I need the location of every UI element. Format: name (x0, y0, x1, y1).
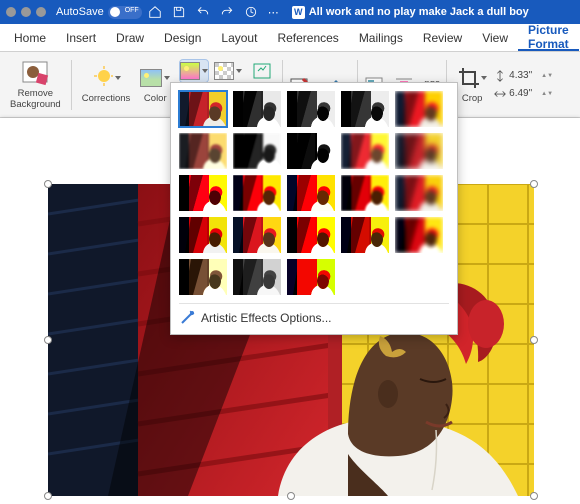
resize-handle-bl[interactable] (44, 492, 52, 500)
width-icon (493, 87, 507, 101)
close-dot[interactable] (6, 7, 16, 17)
crop-label: Crop (462, 94, 483, 104)
artistic-effects-options[interactable]: Artistic Effects Options... (179, 303, 449, 326)
width-stepper[interactable]: ▲▼ (541, 91, 549, 97)
effect-thumb-11[interactable] (233, 175, 281, 211)
effect-thumb-22[interactable] (287, 259, 335, 295)
corrections-button[interactable]: Corrections (78, 56, 135, 113)
save-icon[interactable] (172, 5, 186, 19)
effect-thumb-15[interactable] (179, 217, 227, 253)
word-doc-icon: W (292, 6, 305, 19)
color-label: Color (144, 94, 167, 104)
autosave-label: AutoSave (56, 6, 104, 18)
resize-handle-br[interactable] (530, 492, 538, 500)
color-button[interactable]: Color (136, 56, 174, 113)
artistic-effects-button[interactable] (180, 60, 208, 82)
sync-icon[interactable] (244, 5, 258, 19)
tab-draw[interactable]: Draw (106, 24, 154, 51)
effect-thumb-4[interactable] (395, 91, 443, 127)
autosave-switch[interactable] (108, 6, 142, 19)
window-controls[interactable] (6, 7, 46, 17)
more-icon[interactable]: ⋯ (268, 6, 280, 19)
effect-thumb-14[interactable] (395, 175, 443, 211)
effect-thumb-19[interactable] (395, 217, 443, 253)
effect-thumb-1[interactable] (233, 91, 281, 127)
artistic-effects-options-label: Artistic Effects Options... (201, 311, 332, 325)
separator (71, 60, 72, 110)
document-title-text: All work and no play make Jack a dull bo… (309, 6, 529, 18)
effect-thumb-16[interactable] (233, 217, 281, 253)
resize-handle-tl[interactable] (44, 180, 52, 188)
height-value: 4.33" (509, 70, 539, 81)
effect-thumb-2[interactable] (287, 91, 335, 127)
tab-mailings[interactable]: Mailings (349, 24, 413, 51)
tab-home[interactable]: Home (4, 24, 56, 51)
tab-layout[interactable]: Layout (211, 24, 267, 51)
effect-thumb-10[interactable] (179, 175, 227, 211)
height-icon (493, 69, 507, 83)
height-stepper[interactable]: ▲▼ (541, 73, 549, 79)
artistic-effects-gallery: Artistic Effects Options... (170, 82, 458, 335)
resize-handle-mr[interactable] (530, 336, 538, 344)
tab-references[interactable]: References (267, 24, 348, 51)
color-icon (140, 69, 162, 87)
resize-handle-bm[interactable] (287, 492, 295, 500)
effect-thumb-0[interactable] (179, 91, 227, 127)
effect-thumb-20[interactable] (179, 259, 227, 295)
wand-icon (179, 310, 195, 326)
width-field[interactable]: 6.49" ▲▼ (493, 87, 549, 101)
transparency-icon (214, 62, 234, 80)
size-group: 4.33" ▲▼ 6.49" ▲▼ (493, 69, 549, 101)
resize-handle-ml[interactable] (44, 336, 52, 344)
undo-icon[interactable] (196, 5, 210, 19)
effect-thumb-3[interactable] (341, 91, 389, 127)
crop-icon (457, 66, 479, 90)
compress-icon (253, 63, 271, 79)
effect-thumb-18[interactable] (341, 217, 389, 253)
effect-thumb-8[interactable] (341, 133, 389, 169)
effect-thumb-5[interactable] (179, 133, 227, 169)
quick-access-toolbar: ⋯ (148, 5, 280, 19)
effect-thumb-13[interactable] (341, 175, 389, 211)
crop-button[interactable]: Crop (453, 56, 491, 113)
effects-thumb-grid (179, 91, 449, 295)
tab-review[interactable]: Review (413, 24, 472, 51)
home-icon[interactable] (148, 5, 162, 19)
artistic-effects-icon (180, 62, 200, 80)
width-value: 6.49" (509, 88, 539, 99)
corrections-icon (91, 66, 113, 90)
corrections-label: Corrections (82, 94, 131, 104)
tab-insert[interactable]: Insert (56, 24, 106, 51)
effect-thumb-12[interactable] (287, 175, 335, 211)
titlebar: AutoSave ⋯ W All work and no play make J… (0, 0, 580, 24)
effect-thumb-7[interactable] (287, 133, 335, 169)
ribbon-tabs: Home Insert Draw Design Layout Reference… (0, 24, 580, 52)
min-dot[interactable] (21, 7, 31, 17)
effect-thumb-6[interactable] (233, 133, 281, 169)
document-title: W All work and no play make Jack a dull … (292, 6, 529, 19)
compress-button[interactable] (248, 60, 276, 82)
max-dot[interactable] (36, 7, 46, 17)
tab-view[interactable]: View (472, 24, 518, 51)
resize-handle-tr[interactable] (530, 180, 538, 188)
tab-design[interactable]: Design (154, 24, 211, 51)
effect-thumb-17[interactable] (287, 217, 335, 253)
remove-bg-icon (21, 60, 49, 86)
effect-thumb-9[interactable] (395, 133, 443, 169)
remove-bg-label: Remove Background (10, 89, 61, 110)
transparency-button[interactable] (214, 60, 242, 82)
effect-thumb-21[interactable] (233, 259, 281, 295)
remove-background-button[interactable]: Remove Background (6, 56, 65, 113)
tab-picture-format[interactable]: Picture Format (518, 24, 579, 51)
autosave-toggle[interactable]: AutoSave (56, 6, 142, 19)
redo-icon[interactable] (220, 5, 234, 19)
height-field[interactable]: 4.33" ▲▼ (493, 69, 549, 83)
